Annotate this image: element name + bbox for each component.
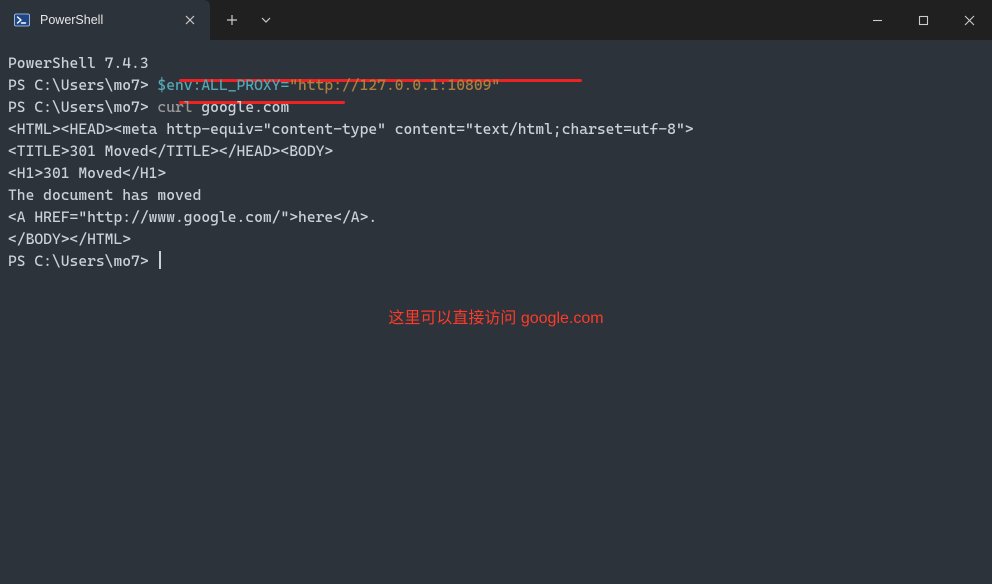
new-tab-button[interactable]: [214, 2, 250, 38]
output-line: <HTML><HEAD><meta http-equiv="content-ty…: [8, 118, 984, 140]
prompt-line: PS C:\Users\mo7> $env:ALL_PROXY="http://…: [8, 74, 984, 96]
maximize-button[interactable]: [900, 0, 946, 40]
annotation-text: 这里可以直接访问 google.com: [0, 308, 992, 330]
tab-title: PowerShell: [40, 13, 172, 27]
output-line: The document has moved: [8, 184, 984, 206]
titlebar: PowerShell: [0, 0, 992, 40]
tab-powershell[interactable]: PowerShell: [0, 0, 210, 40]
output-line: PowerShell 7.4.3: [8, 52, 984, 74]
output-line: </BODY></HTML>: [8, 228, 984, 250]
powershell-icon: [14, 12, 30, 28]
prompt-line: PS C:\Users\mo7>: [8, 250, 984, 272]
prompt-line: PS C:\Users\mo7> curl google.com: [8, 96, 984, 118]
output-line: <A HREF="http://www.google.com/">here</A…: [8, 206, 984, 228]
terminal-area[interactable]: PowerShell 7.4.3 PS C:\Users\mo7> $env:A…: [0, 40, 992, 584]
tab-close-button[interactable]: [182, 12, 198, 28]
cursor: [159, 251, 161, 269]
output-line: <TITLE>301 Moved</TITLE></HEAD><BODY>: [8, 140, 984, 162]
close-button[interactable]: [946, 0, 992, 40]
output-line: <H1>301 Moved</H1>: [8, 162, 984, 184]
minimize-button[interactable]: [854, 0, 900, 40]
tab-dropdown-button[interactable]: [250, 2, 282, 38]
tab-strip: [210, 0, 854, 40]
window-controls: [854, 0, 992, 40]
